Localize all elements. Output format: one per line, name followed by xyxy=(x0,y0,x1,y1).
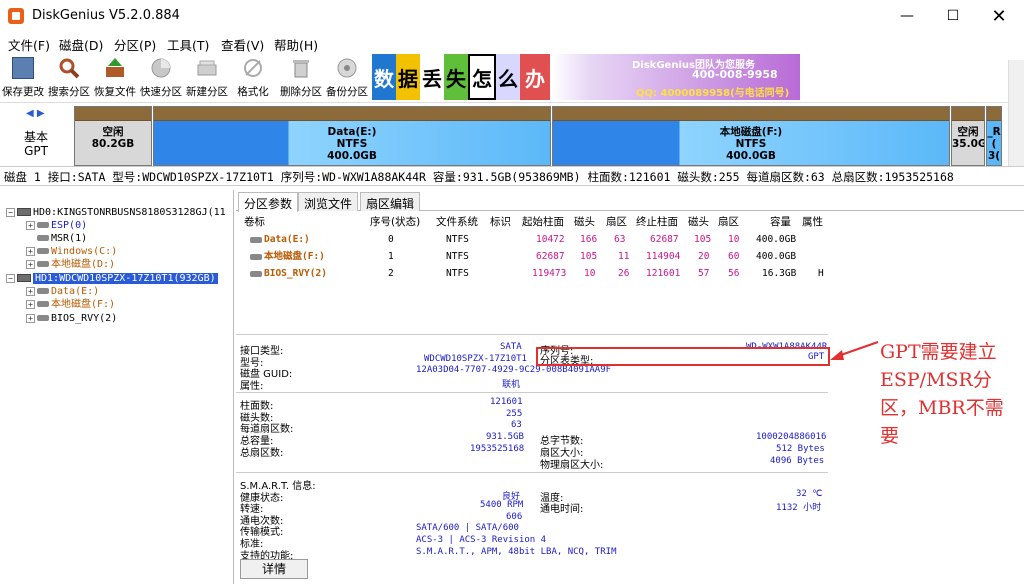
partition-free-1[interactable]: 空闲 80.2GB xyxy=(74,106,152,166)
magnifier-icon xyxy=(58,57,80,79)
col-start-head[interactable]: 磁头 xyxy=(574,214,595,230)
backup-partition-button[interactable]: 备份分区 xyxy=(326,54,368,100)
hard-disk-icon xyxy=(17,208,31,216)
col-end-cyl[interactable]: 终止柱面 xyxy=(636,214,678,230)
menu-disk[interactable]: 磁盘(D) xyxy=(59,35,103,54)
quick-partition-button[interactable]: 快速分区 xyxy=(140,54,182,100)
partition-icon xyxy=(37,301,49,307)
tab-browse-files[interactable]: 浏览文件 xyxy=(298,192,359,211)
menu-bar: 文件(F) 磁盘(D) 分区(P) 工具(T) 查看(V) 帮助(H) xyxy=(0,32,1024,54)
partition-icon xyxy=(37,222,49,228)
menu-tools[interactable]: 工具(T) xyxy=(167,35,209,54)
close-icon[interactable]: ✕ xyxy=(976,0,1022,32)
partition-icon xyxy=(37,248,49,254)
tab-sector-edit[interactable]: 扇区编辑 xyxy=(360,192,421,211)
tree-partition-msr[interactable]: MSR(1) xyxy=(26,232,87,245)
table-row[interactable]: Data(E:) xyxy=(250,232,310,248)
table-row[interactable]: 本地磁盘(F:) xyxy=(250,249,325,265)
col-index[interactable]: 序号(状态) xyxy=(370,214,420,230)
partition-free-2[interactable]: 空闲35.0GB xyxy=(951,106,985,166)
col-start-sector[interactable]: 扇区 xyxy=(606,214,627,230)
ad-banner[interactable]: 数 据 丢 失 怎 么 办 DiskGenius团队为您服务 400-008-9… xyxy=(372,54,800,100)
menu-help[interactable]: 帮助(H) xyxy=(274,35,318,54)
recover-icon xyxy=(104,57,126,79)
save-changes-button[interactable]: 保存更改 xyxy=(2,54,44,100)
disk-type: 基本 GPT xyxy=(23,130,48,158)
window-title: DiskGenius V5.2.0.884 xyxy=(32,8,180,23)
partition-icon xyxy=(250,270,262,277)
col-id[interactable]: 标识 xyxy=(490,214,511,230)
partition-icon xyxy=(250,236,262,243)
expand-icon: + xyxy=(26,286,35,296)
format-icon xyxy=(242,57,264,79)
col-capacity[interactable]: 容量 xyxy=(770,214,791,230)
tree-disk-hd0[interactable]: − HD0:KINGSTONRBUSNS8180S3128GJ(11 xyxy=(6,206,226,219)
expand-icon: + xyxy=(26,259,35,269)
expand-icon: + xyxy=(26,313,35,323)
table-row[interactable]: BIOS_RVY(2) xyxy=(250,266,327,282)
disk-info-line: 磁盘 1 接口:SATA 型号:WDCWD10SPZX-17Z10T1 序列号:… xyxy=(0,166,1024,186)
partition-data-e[interactable]: Data(E:) NTFS 400.0GB xyxy=(153,106,551,166)
expand-icon: + xyxy=(26,246,35,256)
tree-partition-f[interactable]: + 本地磁盘(F:) xyxy=(26,298,115,311)
highlight-box xyxy=(536,347,830,366)
collapse-icon: − xyxy=(6,273,15,283)
save-icon xyxy=(12,57,34,79)
right-scrollbar[interactable] xyxy=(1008,60,1024,170)
menu-view[interactable]: 查看(V) xyxy=(221,35,264,54)
annotation-arrow xyxy=(830,341,879,360)
tree-partition-d[interactable]: + 本地磁盘(D:) xyxy=(26,258,115,271)
title-bar: DiskGenius V5.2.0.884 — ☐ ✕ xyxy=(0,0,1024,32)
quick-partition-icon xyxy=(150,57,172,79)
details-button[interactable]: 详情 xyxy=(240,559,308,579)
collapse-icon: − xyxy=(6,207,15,217)
delete-partition-button[interactable]: 删除分区 xyxy=(280,54,322,100)
recover-files-button[interactable]: 恢复文件 xyxy=(94,54,136,100)
partition-local-f[interactable]: 本地磁盘(F:) NTFS 400.0GB xyxy=(552,106,950,166)
col-volume[interactable]: 卷标 xyxy=(244,214,265,230)
partition-table xyxy=(236,212,1024,330)
tree-partition-c[interactable]: + Windows(C:) xyxy=(26,245,117,258)
expand-icon: + xyxy=(26,220,35,230)
tree-disk-hd1[interactable]: − HD1:WDCWD10SPZX-17Z10T1(932GB) xyxy=(6,272,218,285)
annotation-note: GPT需要建立ESP/MSR分区，MBR不需要 xyxy=(880,341,1004,447)
tab-partition-params[interactable]: 分区参数 xyxy=(238,192,299,212)
col-end-head[interactable]: 磁头 xyxy=(688,214,709,230)
partition-icon xyxy=(37,261,49,267)
maximize-icon[interactable]: ☐ xyxy=(930,0,976,32)
menu-partition[interactable]: 分区(P) xyxy=(114,35,156,54)
partition-icon xyxy=(250,253,262,260)
app-logo-icon xyxy=(8,8,24,24)
partition-icon xyxy=(37,315,49,321)
col-fs[interactable]: 文件系统 xyxy=(436,214,478,230)
tree-partition-bios[interactable]: + BIOS_RVY(2) xyxy=(26,312,117,325)
col-start-cyl[interactable]: 起始柱面 xyxy=(522,214,564,230)
new-partition-icon xyxy=(196,57,218,79)
format-button[interactable]: 格式化 xyxy=(232,54,274,100)
partition-icon xyxy=(37,235,49,241)
disk-nav-arrows[interactable]: ◀ ▶ xyxy=(26,108,45,119)
search-partition-button[interactable]: 搜索分区 xyxy=(48,54,90,100)
new-partition-button[interactable]: 新建分区 xyxy=(186,54,228,100)
partition-bios-rvy[interactable]: _R(3( xyxy=(986,106,1002,166)
expand-icon: + xyxy=(26,299,35,309)
minimize-icon[interactable]: — xyxy=(884,0,930,32)
backup-icon xyxy=(336,57,358,79)
col-end-sector[interactable]: 扇区 xyxy=(718,214,739,230)
hard-disk-icon xyxy=(17,274,31,282)
tree-partition-esp[interactable]: + ESP(0) xyxy=(26,219,87,232)
col-attr[interactable]: 属性 xyxy=(802,214,823,230)
trash-icon xyxy=(290,57,312,79)
menu-file[interactable]: 文件(F) xyxy=(8,35,50,54)
tab-bar: 分区参数 浏览文件 扇区编辑 xyxy=(236,190,1024,212)
partition-icon xyxy=(37,288,49,294)
tree-partition-e[interactable]: + Data(E:) xyxy=(26,285,99,298)
